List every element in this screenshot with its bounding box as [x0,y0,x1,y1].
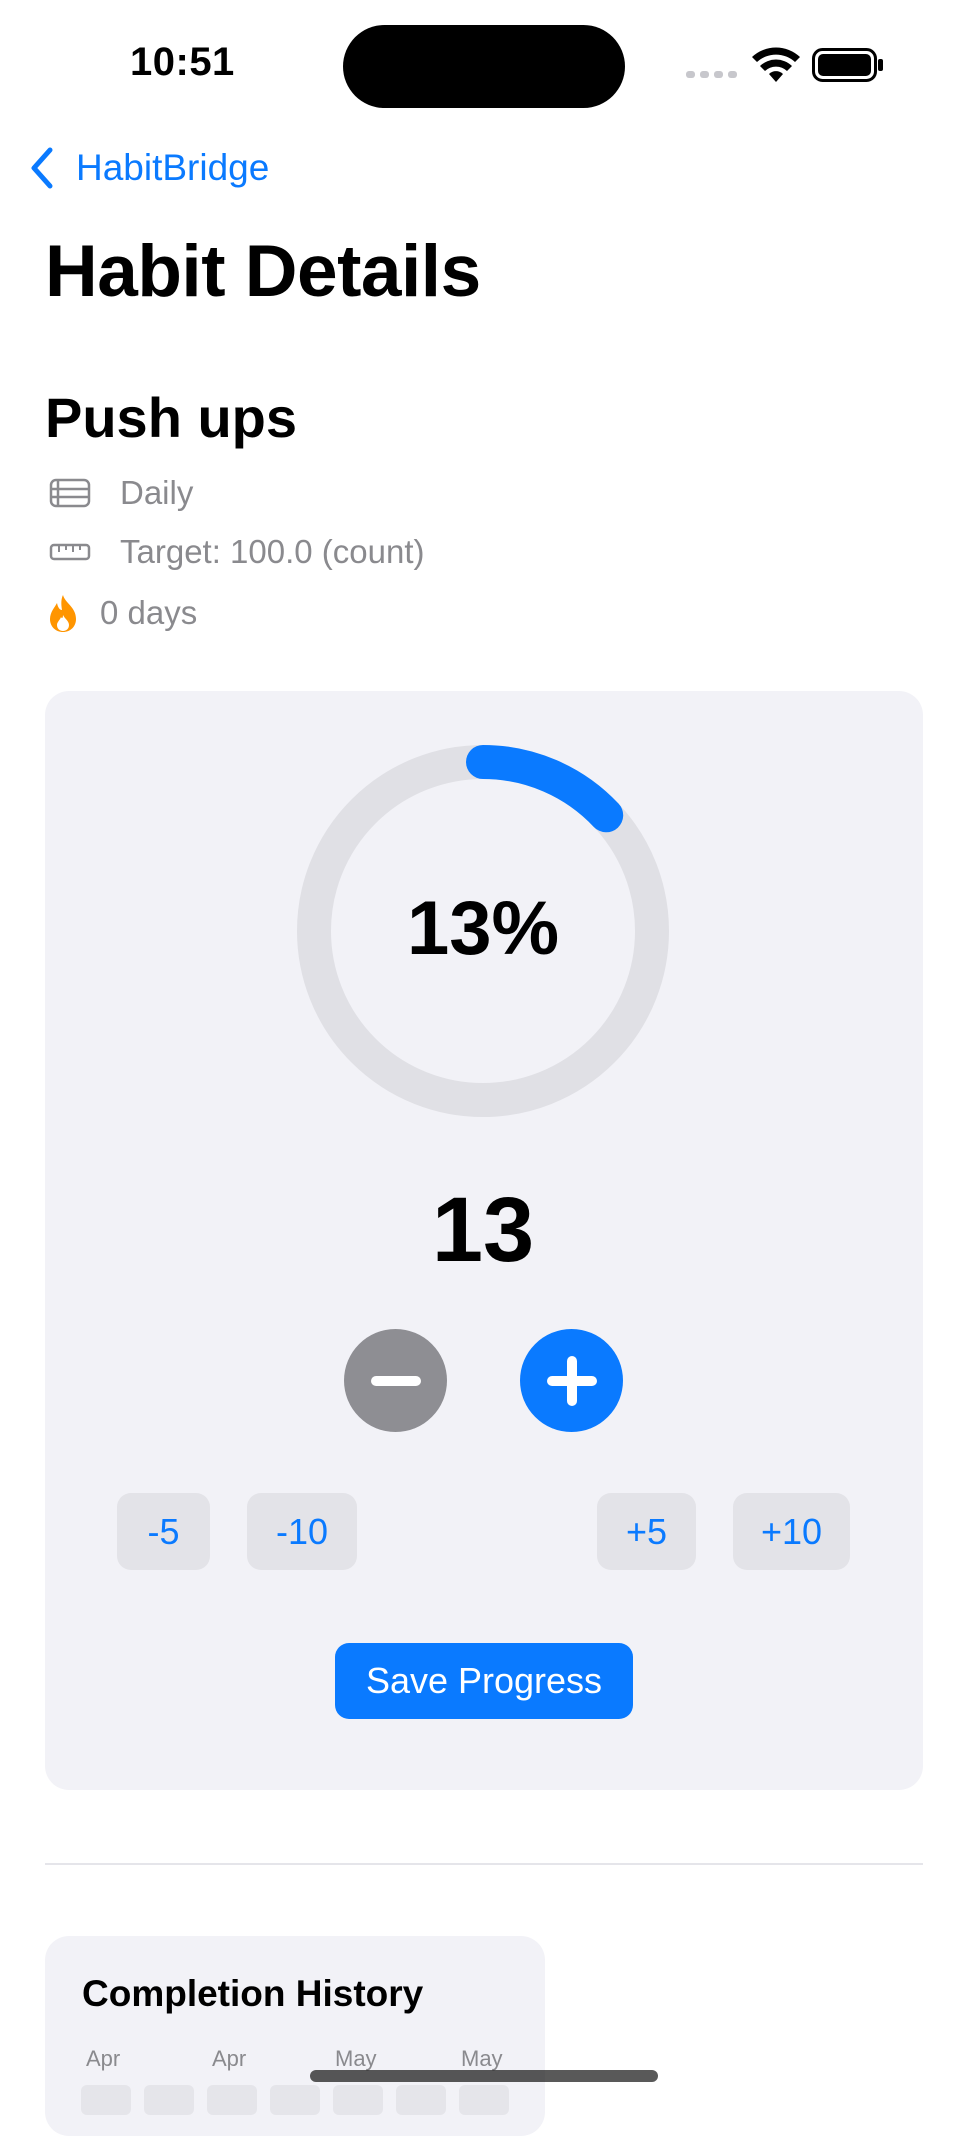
step-plus-5-button[interactable]: +5 [597,1493,696,1570]
progress-count: 13 [431,1179,535,1281]
battery-icon [812,48,883,82]
step-minus-10-button[interactable]: -10 [247,1493,357,1570]
plus-circle-icon [546,1355,597,1406]
history-month-label: Apr [86,2046,121,2071]
history-day-cell [144,2085,194,2115]
ruler-icon [48,537,92,567]
history-day-cell [333,2085,383,2115]
chevron-left-icon [31,147,53,189]
habit-name: Push ups [45,386,298,449]
history-day-cell [207,2085,257,2115]
section-divider [45,1863,923,1865]
back-button[interactable]: HabitBridge [28,146,269,190]
dynamic-island [343,25,625,108]
back-label: HabitBridge [76,147,270,188]
history-day-cell [81,2085,131,2115]
step-minus-5-button[interactable]: -5 [117,1493,210,1570]
step-plus-10-button[interactable]: +10 [733,1493,850,1570]
page-title: Habit Details [45,231,481,312]
progress-percent: 13% [406,886,560,971]
streak-row: 0 days [48,594,197,632]
target-row: Target: 100.0 (count) [48,533,425,571]
home-indicator [310,2070,658,2082]
history-month-label: Apr [212,2046,247,2071]
frequency-label: Daily [120,474,194,511]
progress-ring-fill [466,745,624,833]
history-day-cell [396,2085,446,2115]
cellular-signal-icon [686,71,737,78]
flame-icon [48,595,78,632]
wifi-icon [752,47,800,82]
increment-button[interactable] [520,1329,623,1432]
status-time: 10:51 [130,40,235,84]
frequency-row: Daily [48,474,193,512]
history-month-label: May [335,2046,377,2071]
calendar-list-icon [48,478,92,508]
history-day-cell [459,2085,509,2115]
history-day-cell [270,2085,320,2115]
streak-label: 0 days [100,594,198,631]
target-label: Target: 100.0 (count) [120,533,425,570]
save-progress-button[interactable]: Save Progress [335,1643,633,1719]
decrement-button[interactable] [344,1329,447,1432]
history-month-label: May [461,2046,503,2071]
minus-circle-icon [370,1375,421,1386]
completion-history-title: Completion History [82,1973,424,2014]
